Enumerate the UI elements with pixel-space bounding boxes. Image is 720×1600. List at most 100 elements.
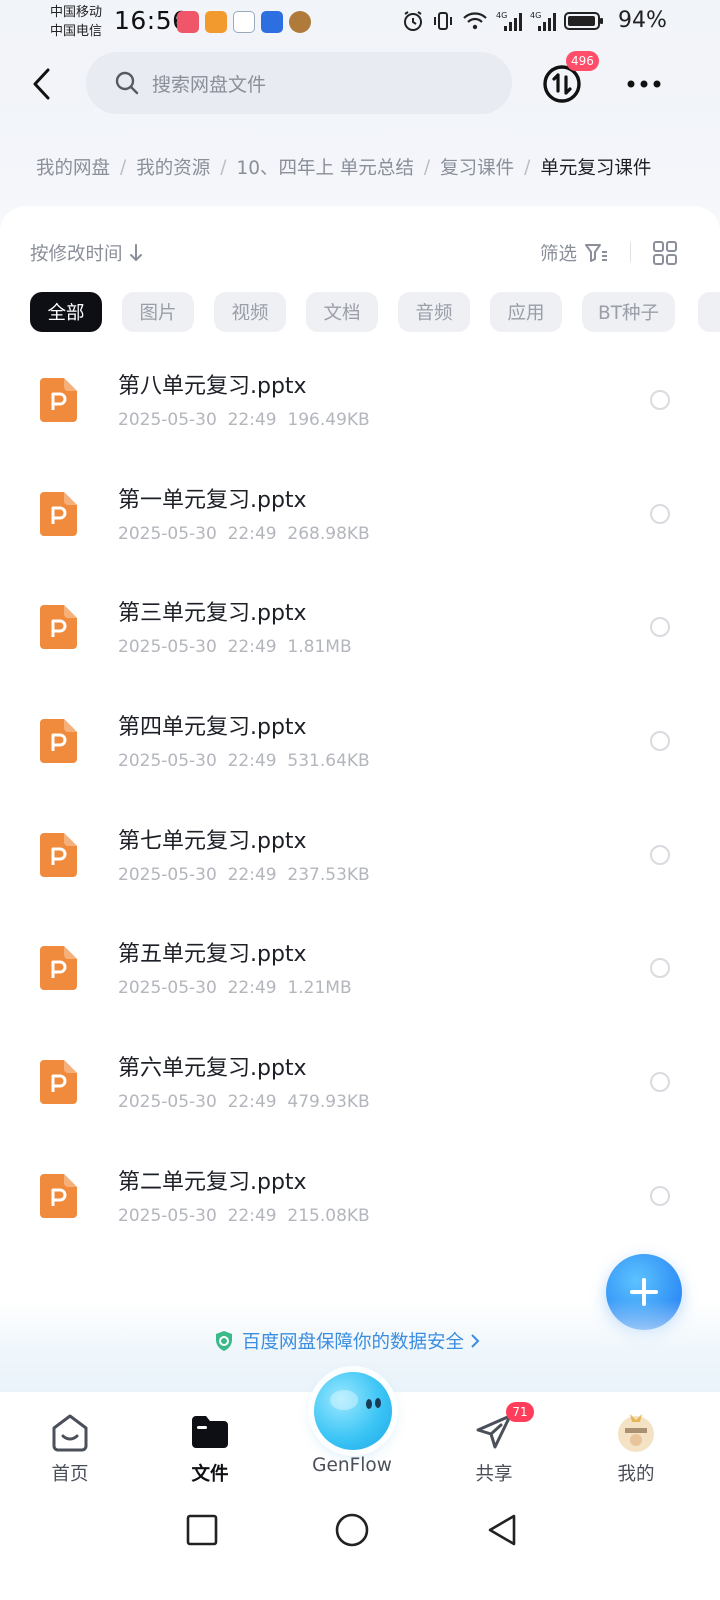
chip-all[interactable]: 全部: [30, 292, 102, 332]
recent-apps-button[interactable]: [184, 1512, 220, 1548]
file-select-checkbox[interactable]: [650, 958, 670, 979]
file-select-checkbox[interactable]: [650, 390, 670, 410]
file-select-checkbox[interactable]: [650, 731, 670, 752]
tab-home[interactable]: 首页: [20, 1410, 120, 1486]
network-label-2: 4G: [530, 11, 541, 20]
more-button[interactable]: [622, 70, 666, 98]
chip-images[interactable]: 图片: [122, 292, 194, 332]
file-select-checkbox[interactable]: [650, 503, 670, 524]
signal-icon-2: 4G: [530, 11, 556, 31]
app-notification-icon: [205, 11, 227, 33]
file-meta: 2025-05-30 22:49 1.81MB: [118, 637, 352, 657]
search-input[interactable]: 搜索网盘文件: [86, 52, 512, 114]
breadcrumb: 我的网盘 / 我的资源 / 10、四年上 单元总结 / 复习课件 / 单元复习课…: [36, 154, 651, 180]
home-nav-button[interactable]: [334, 1512, 370, 1548]
genflow-button[interactable]: [314, 1372, 392, 1450]
file-time: 22:49: [227, 1092, 277, 1113]
file-meta: 2025-05-30 22:49 237.53KB: [118, 865, 370, 885]
file-size: 531.64KB: [287, 751, 370, 772]
chip-bt-seeds[interactable]: BT种子: [582, 292, 675, 332]
ppt-file-icon: [40, 378, 77, 422]
file-size: 1.81MB: [287, 637, 352, 658]
share-badge: 71: [506, 1402, 534, 1422]
search-placeholder: 搜索网盘文件: [152, 73, 267, 96]
genflow-mascot-icon: [330, 1390, 381, 1410]
file-name: 第五单元复习.pptx: [118, 942, 307, 968]
file-row[interactable]: 第七单元复习.pptx 2025-05-30 22:49 237.53KB: [0, 797, 720, 911]
filter-button[interactable]: 筛选: [540, 240, 609, 266]
grid-view-button[interactable]: [652, 240, 678, 266]
file-row[interactable]: 第三单元复习.pptx 2025-05-30 22:49 1.81MB: [0, 569, 720, 683]
file-select-checkbox[interactable]: [650, 844, 670, 865]
folder-icon: [192, 1416, 228, 1448]
file-name: 第六单元复习.pptx: [118, 1056, 307, 1082]
file-row[interactable]: 第六单元复习.pptx 2025-05-30 22:49 479.93KB: [0, 1024, 720, 1138]
file-time: 22:49: [227, 410, 277, 430]
file-time: 22:49: [227, 751, 277, 772]
file-time: 22:49: [227, 978, 277, 999]
file-list: 第八单元复习.pptx 2025-05-30 22:49 196.49KB 第一单元…: [0, 342, 720, 1252]
ppt-file-icon: [40, 946, 77, 991]
sort-arrow-icon: [129, 244, 142, 262]
tab-share-label: 共享: [475, 1464, 513, 1485]
file-select-checkbox[interactable]: [650, 1072, 670, 1093]
chevron-right-icon: [471, 1334, 480, 1348]
back-arrow-icon: [33, 68, 50, 100]
file-time: 22:49: [227, 523, 277, 544]
back-nav-button[interactable]: [484, 1512, 520, 1548]
grid-view-icon: [653, 241, 677, 265]
ppt-file-icon: [40, 1173, 77, 1218]
breadcrumb-item[interactable]: 我的资源: [136, 154, 210, 180]
chip-apps[interactable]: 应用: [490, 292, 562, 332]
breadcrumb-item[interactable]: 复习课件: [440, 154, 514, 180]
tab-files[interactable]: 文件: [160, 1410, 260, 1486]
file-row[interactable]: 第二单元复习.pptx 2025-05-30 22:49 215.08KB: [0, 1138, 720, 1252]
file-date: 2025-05-30: [118, 637, 217, 658]
file-row[interactable]: 第四单元复习.pptx 2025-05-30 22:49 531.64KB: [0, 683, 720, 797]
chip-documents[interactable]: 文档: [306, 292, 378, 332]
triangle-nav-icon: [488, 1514, 516, 1546]
sort-label: 按修改时间: [30, 244, 123, 265]
filter-label: 筛选: [540, 244, 578, 265]
tab-genflow-label[interactable]: GenFlow: [302, 1455, 402, 1476]
file-time: 22:49: [227, 1205, 277, 1226]
breadcrumb-separator: /: [423, 156, 431, 178]
sort-button[interactable]: 按修改时间: [30, 240, 145, 266]
file-name: 第三单元复习.pptx: [118, 601, 307, 627]
alarm-icon: [404, 11, 422, 31]
network-label-1: 4G: [496, 11, 507, 20]
filter-icon: [585, 244, 608, 262]
file-row[interactable]: 第八单元复习.pptx 2025-05-30 22:49 196.49KB: [0, 342, 720, 456]
tab-share[interactable]: 共享: [444, 1410, 544, 1486]
file-size: 215.08KB: [287, 1205, 370, 1226]
file-row[interactable]: 第五单元复习.pptx 2025-05-30 22:49 1.21MB: [0, 910, 720, 1024]
ppt-file-icon: [40, 605, 77, 650]
file-name: 第四单元复习.pptx: [118, 715, 307, 741]
home-icon: [52, 1414, 88, 1452]
file-meta: 2025-05-30 22:49 268.98KB: [118, 524, 370, 544]
file-size: 268.98KB: [287, 523, 370, 544]
ppt-file-icon: [40, 491, 77, 536]
file-meta: 2025-05-30 22:49 1.21MB: [118, 978, 352, 998]
chip-overflow[interactable]: [698, 292, 720, 332]
tab-me[interactable]: 我的: [586, 1410, 686, 1486]
file-size: 479.93KB: [287, 1092, 370, 1113]
file-row[interactable]: 第一单元复习.pptx 2025-05-30 22:49 268.98KB: [0, 456, 720, 570]
ppt-file-icon: [40, 832, 77, 877]
tab-home-label: 首页: [51, 1464, 89, 1485]
battery-icon: [564, 12, 603, 30]
file-select-checkbox[interactable]: [650, 1185, 670, 1206]
app-notification-icon: [261, 11, 283, 33]
circle-nav-icon: [335, 1513, 369, 1547]
tab-files-label: 文件: [191, 1464, 229, 1485]
chip-videos[interactable]: 视频: [214, 292, 286, 332]
file-select-checkbox[interactable]: [650, 617, 670, 638]
file-date: 2025-05-30: [118, 523, 217, 544]
vibrate-icon: [434, 12, 452, 30]
breadcrumb-item[interactable]: 我的网盘: [36, 154, 110, 180]
breadcrumb-separator: /: [220, 156, 227, 178]
back-button[interactable]: [22, 64, 62, 104]
breadcrumb-item[interactable]: 10、四年上 单元总结: [237, 154, 414, 180]
chip-audio[interactable]: 音频: [398, 292, 470, 332]
security-banner[interactable]: 百度网盘保障你的数据安全: [212, 1328, 488, 1354]
